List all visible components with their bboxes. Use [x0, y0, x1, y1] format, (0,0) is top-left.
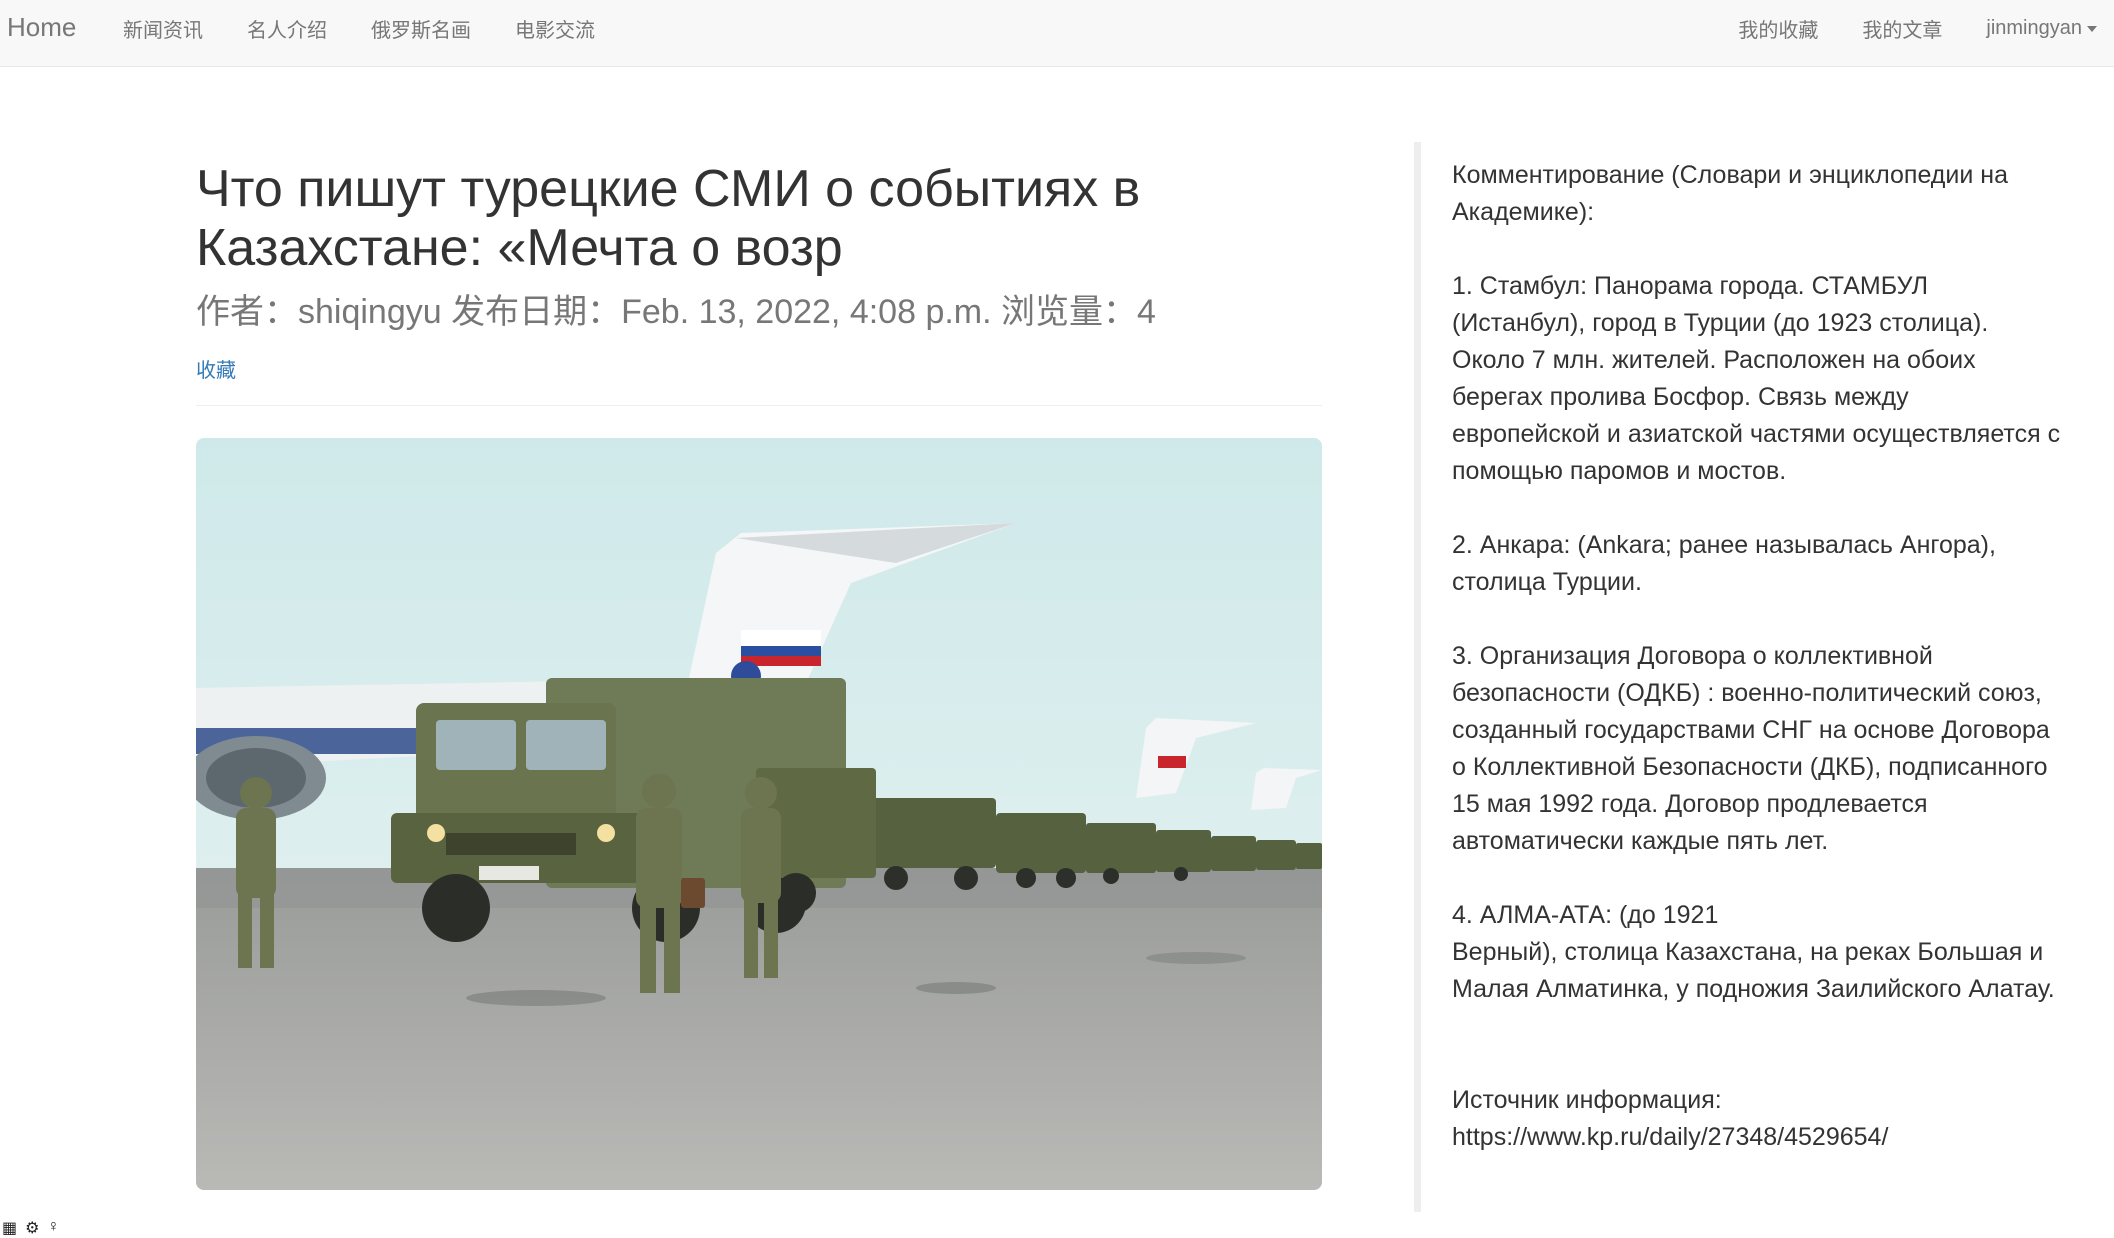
views-count: 4 — [1137, 293, 1156, 331]
gear-icon[interactable]: ⚙ — [25, 1218, 39, 1238]
source-url[interactable]: https://www.kp.ru/daily/27348/4529654/ — [1452, 1119, 2062, 1156]
date-label: 发布日期： — [451, 293, 622, 331]
source-block: Источник информация: https://www.kp.ru/d… — [1452, 1082, 2062, 1156]
note-almaty-rest: Верный), столица Казахстана, на реках Бо… — [1452, 938, 2055, 1003]
nav-link-movies[interactable]: 电影交流 — [515, 14, 595, 43]
views-label: 浏览量： — [1001, 293, 1138, 331]
article-meta: 作者：shiqingyu 发布日期：Feb. 13, 2022, 4:08 p.… — [196, 292, 1322, 332]
comment-sidebar: Комментирование (Словари и энциклопедии … — [1452, 157, 2062, 1156]
source-label: Источник информация: — [1452, 1086, 1722, 1114]
author-name: shiqingyu — [298, 293, 442, 331]
nav-link-news[interactable]: 新闻资讯 — [123, 14, 203, 43]
footer-icons: ▦ ⚙ ♀ — [2, 1218, 59, 1238]
caret-down-icon — [2087, 25, 2097, 32]
note-istanbul: 1. Стамбул: Панорама города. СТАМБУЛ (Ис… — [1452, 272, 2061, 485]
nav-link-celebrities[interactable]: 名人介绍 — [247, 14, 327, 43]
favorite-link[interactable]: 收藏 — [196, 354, 236, 383]
article-header: Что пишут турецкие СМИ о событиях в Каза… — [196, 160, 1322, 383]
publish-date: Feb. 13, 2022, 4:08 p.m. — [621, 293, 992, 331]
note-csto: 3. Организация Договора о коллективной б… — [1452, 642, 2050, 855]
note-ankara: 2. Анкара: (Ankara; ранее называлась Анг… — [1452, 531, 1996, 596]
nav-home-link[interactable]: Home — [7, 12, 76, 43]
nav-link-my-articles[interactable]: 我的文章 — [1862, 14, 1942, 43]
sidebar-border — [1414, 142, 1421, 1212]
article-title: Что пишут турецкие СМИ о событиях в Каза… — [196, 160, 1141, 277]
grid-icon[interactable]: ▦ — [2, 1218, 17, 1238]
nav-left-menu: 新闻资讯 名人介绍 俄罗斯名画 电影交流 — [123, 0, 639, 57]
nav-link-russian-paintings[interactable]: 俄罗斯名画 — [371, 14, 471, 43]
user-name: jinmingyan — [1986, 17, 2082, 39]
article-divider — [196, 405, 1322, 406]
top-navbar: Home 新闻资讯 名人介绍 俄罗斯名画 电影交流 我的收藏 我的文章 jinm… — [0, 0, 2114, 67]
person-icon[interactable]: ♀ — [47, 1218, 59, 1238]
note-almaty-line1: 4. АЛМА-АТА: (до 1921 — [1452, 901, 1719, 929]
user-dropdown[interactable]: jinmingyan — [1986, 17, 2097, 40]
author-label: 作者： — [196, 293, 298, 331]
nav-link-my-favorites[interactable]: 我的收藏 — [1738, 14, 1818, 43]
nav-right-menu: 我的收藏 我的文章 jinmingyan — [1694, 0, 2097, 57]
note-almaty: 4. АЛМА-АТА: (до 1921 Верный), столица Ка… — [1452, 897, 2062, 1008]
article-image — [196, 438, 1322, 1190]
sidebar-heading: Комментирование (Словари и энциклопедии … — [1452, 161, 2008, 226]
